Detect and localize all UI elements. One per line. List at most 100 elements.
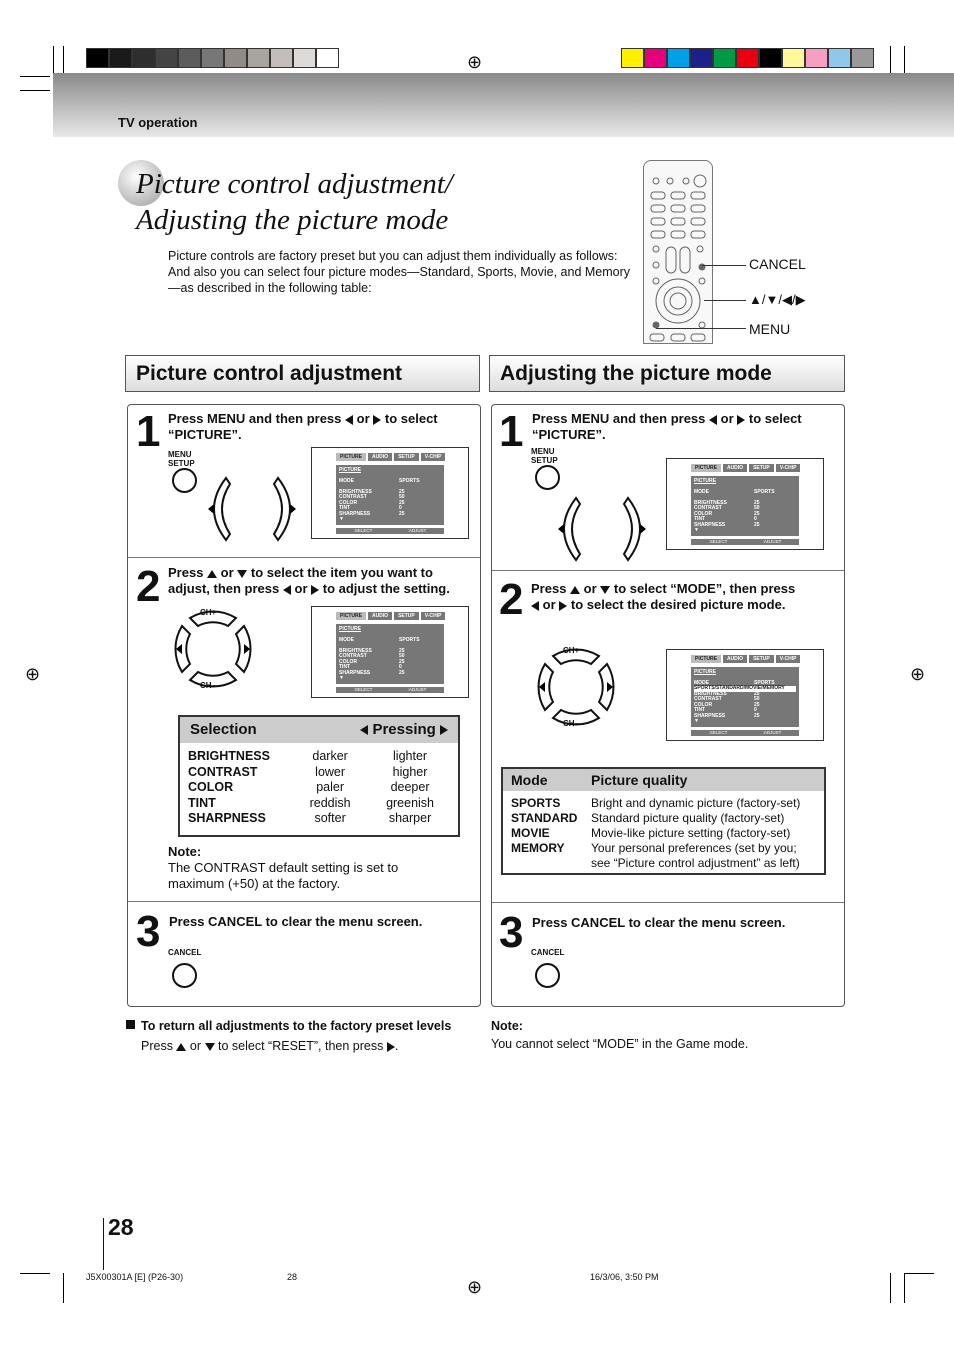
mode-name: MEMORY	[511, 841, 565, 855]
step-number: 1	[136, 407, 161, 456]
color-swatch	[667, 48, 690, 68]
crop-mark	[20, 90, 50, 91]
step-number: 2	[499, 575, 524, 624]
color-swatch	[621, 48, 644, 68]
selection-name: CONTRAST	[188, 764, 258, 779]
table-row: SPORTS Bright and dynamic picture (factor…	[511, 796, 816, 811]
mode-quality: Bright and dynamic picture (factory-set)	[591, 796, 801, 810]
mode-name: SPORTS	[511, 796, 561, 810]
menu-tab: AUDIO	[722, 655, 748, 663]
table-row: COLOR paler deeper	[188, 780, 450, 796]
menu-value: 25	[754, 712, 760, 719]
left-right-buttons-icon	[558, 496, 646, 562]
menu-value: 25	[399, 669, 405, 676]
menu-tab: AUDIO	[367, 612, 393, 620]
pressing-right: higher	[392, 764, 428, 779]
step3-text: Press CANCEL to clear the menu screen.	[169, 914, 423, 929]
menu-label: MODE	[339, 477, 354, 484]
step3-text: Press CANCEL to clear the menu screen.	[532, 915, 786, 930]
menu-footer: :SELECT :ADJUST	[336, 687, 444, 693]
crop-mark	[904, 1273, 905, 1303]
crop-mark	[53, 46, 54, 76]
step1-text: Press MENU and then press or to select “P…	[168, 411, 438, 442]
menu-value: 25	[399, 510, 405, 517]
menu-tab: PICTURE	[691, 464, 721, 472]
column-header: Selection	[190, 721, 257, 738]
section-label: TV operation	[118, 115, 198, 130]
menu-tab: V-CHIP	[420, 453, 446, 461]
left-right-buttons-icon	[208, 476, 296, 542]
gray-calibration-bars	[86, 48, 339, 68]
footer-page: 28	[287, 1272, 298, 1282]
color-calibration-bars	[621, 48, 874, 68]
intro-text: Picture controls are factory preset but …	[168, 249, 631, 295]
menu-heading: PICTURE	[339, 467, 361, 473]
page-number: 28	[108, 1214, 134, 1240]
ch-down-label: CH–	[200, 681, 217, 690]
note-title: Note:	[168, 844, 202, 859]
pressing-right: lighter	[393, 749, 428, 763]
menu-row: MODE SPORTS	[339, 477, 441, 485]
menu-value: SPORTS	[754, 488, 775, 495]
menu-screen: PICTURE AUDIO SETUP V-CHIP PICTURE MODE SPORTS…	[311, 606, 469, 698]
step-number: 2	[136, 562, 161, 611]
menu-button-label: MENU SETUP	[168, 450, 195, 468]
arrows-callout: ▲/▼/◀/▶	[749, 292, 806, 307]
selection-name: TINT	[188, 795, 216, 810]
menu-row: MODE SPORTS	[694, 488, 796, 496]
step-number: 3	[499, 908, 524, 957]
table-row: MEMORY Your personal preferences (set by …	[511, 841, 816, 871]
table-row: STANDARD Standard picture quality (factor…	[511, 811, 816, 826]
color-swatch	[247, 48, 270, 68]
adjust-hint: :ADJUST	[762, 539, 782, 544]
column-header: Mode	[511, 772, 548, 788]
menu-tab: SETUP	[749, 655, 774, 663]
select-hint: :SELECT	[353, 687, 373, 692]
page-title-line2: Adjusting the picture mode	[136, 204, 449, 236]
ch-down-label: CH–	[563, 719, 580, 728]
selection-name: COLOR	[188, 780, 234, 794]
menu-body: PICTURE MODE SPORTS BRIGHTNESS 25 CONTRAST 50 C…	[336, 465, 444, 525]
mode-name: MOVIE	[511, 826, 550, 840]
menu-value: 25	[754, 521, 760, 528]
adjust-hint: :ADJUST	[407, 687, 427, 692]
menu-tabs: PICTURE AUDIO SETUP V-CHIP	[691, 655, 801, 663]
select-hint: :SELECT	[708, 539, 728, 544]
reset-text: Press or to select “RESET”, then press .	[141, 1039, 399, 1053]
crop-mark	[63, 46, 64, 76]
color-swatch	[293, 48, 316, 68]
pressing-left: darker	[312, 749, 348, 763]
column-header: Pressing	[372, 721, 436, 738]
menu-screen: PICTURE AUDIO SETUP V-CHIP PICTURE MODE SPORTS…	[666, 649, 824, 741]
color-swatch	[201, 48, 224, 68]
note-text: You cannot select “MODE” in the Game mod…	[491, 1037, 749, 1051]
crop-mark	[20, 76, 50, 77]
color-swatch	[690, 48, 713, 68]
color-swatch	[828, 48, 851, 68]
scroll-down-icon: ▼	[339, 516, 344, 522]
color-swatch	[805, 48, 828, 68]
cancel-callout: CANCEL	[749, 256, 806, 272]
scroll-down-icon: ▼	[694, 718, 699, 724]
reset-title: To return all adjustments to the factory…	[141, 1019, 452, 1033]
step2-text: Press or to select the item you want to a…	[168, 565, 450, 596]
bullet-icon	[126, 1020, 135, 1029]
crop-mark	[20, 1273, 50, 1274]
menu-tab: PICTURE	[691, 655, 721, 663]
menu-tabs: PICTURE AUDIO SETUP V-CHIP	[336, 453, 446, 461]
callout-line	[656, 328, 746, 329]
menu-button-icon	[535, 465, 560, 490]
scroll-down-icon: ▼	[694, 527, 699, 533]
adjust-hint: :ADJUST	[407, 528, 427, 533]
menu-tab: AUDIO	[722, 464, 748, 472]
mode-quality: Movie-like picture setting (factory-set)	[591, 826, 791, 840]
mode-quality: Your personal preferences (set by you; s…	[591, 841, 800, 870]
menu-label: SHARPNESS	[694, 521, 726, 528]
color-swatch	[851, 48, 874, 68]
scroll-down-icon: ▼	[339, 675, 344, 681]
dpad-icon: CH+ CH–	[531, 642, 621, 737]
page-number-rule	[103, 1218, 104, 1270]
menu-body: PICTURE MODE SPORTS SPORTS/STANDARD/MOVIE/M…	[691, 667, 799, 727]
selection-table: Selection Pressing BRIGHTNESS darker light…	[178, 715, 460, 837]
menu-tab: V-CHIP	[775, 655, 801, 663]
